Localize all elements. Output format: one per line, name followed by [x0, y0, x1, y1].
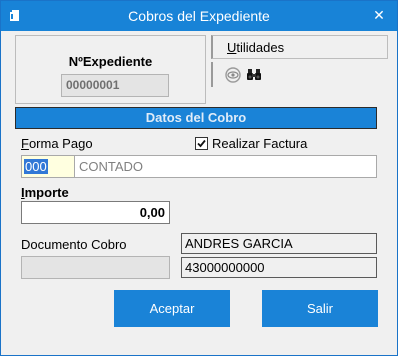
checkmark-icon [197, 139, 206, 148]
title-bar[interactable]: Cobros del Expediente ✕ [1, 1, 397, 31]
documento-cobro-field [21, 256, 170, 279]
close-icon: ✕ [373, 7, 385, 23]
importe-input[interactable]: 0,00 [21, 201, 170, 224]
expediente-number-field: 00000001 [61, 74, 169, 97]
importe-label: Importe [21, 185, 69, 200]
dialog-window: Cobros del Expediente ✕ NºExpediente 000… [0, 0, 398, 356]
checkbox-box[interactable] [195, 137, 208, 150]
section-header-datos-cobro: Datos del Cobro [15, 107, 377, 129]
cliente-name-field: ANDRES GARCIA [181, 233, 377, 254]
aceptar-button[interactable]: Aceptar [114, 290, 230, 327]
utilidades-label: Utilidades [227, 40, 285, 55]
documento-cobro-label: Documento Cobro [21, 237, 127, 252]
forma-pago-code-value: 000 [24, 159, 48, 174]
salir-button[interactable]: Salir [262, 290, 378, 327]
view-eye-icon[interactable] [223, 65, 243, 85]
realizar-factura-label: Realizar Factura [212, 136, 308, 151]
forma-pago-label: Forma Pago [21, 136, 93, 151]
forma-pago-description-field: CONTADO [75, 155, 377, 178]
close-button[interactable]: ✕ [361, 1, 397, 31]
forma-pago-code-input[interactable]: 000 [21, 155, 75, 178]
expediente-panel: NºExpediente 00000001 [15, 35, 206, 104]
expediente-label: NºExpediente [68, 54, 153, 69]
binoculars-icon[interactable] [245, 65, 265, 85]
dialog-body: NºExpediente 00000001 Utilidades Datos d… [1, 31, 397, 355]
cliente-account-field: 43000000000 [181, 257, 377, 278]
tab-utilidades[interactable]: Utilidades [211, 35, 388, 59]
utilities-toolbar [211, 62, 268, 87]
window-title: Cobros del Expediente [128, 8, 270, 24]
